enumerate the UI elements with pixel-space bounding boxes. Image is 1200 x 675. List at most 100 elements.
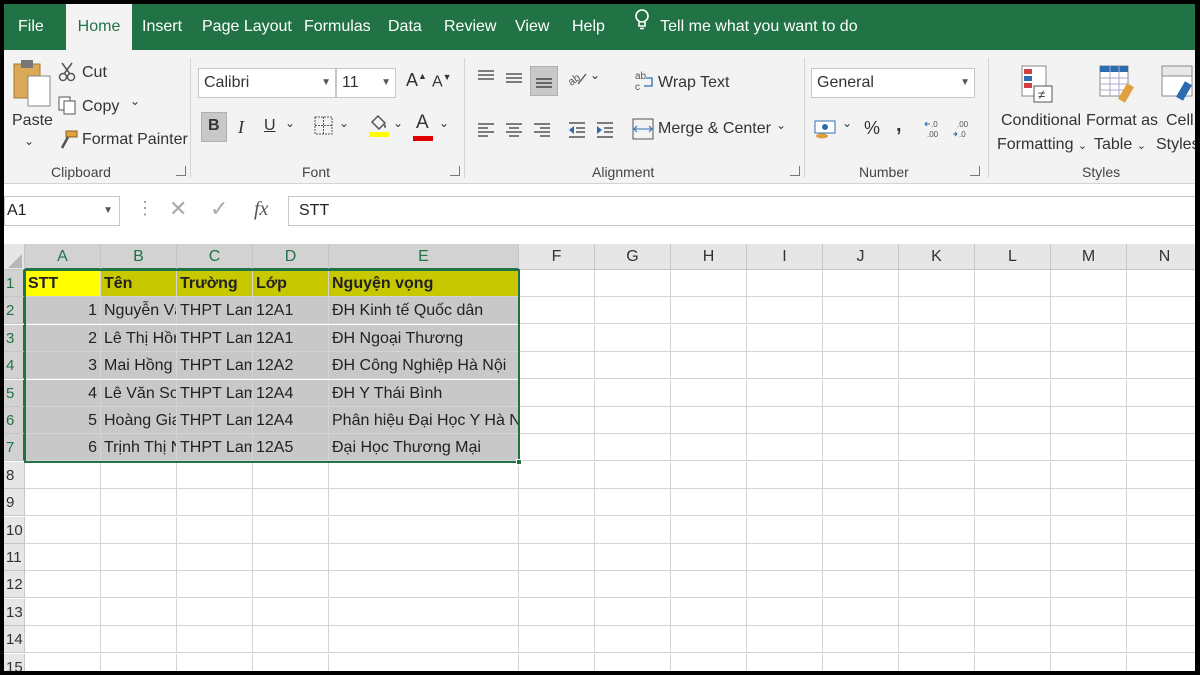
cell-j6[interactable] [823, 407, 899, 434]
cell-e4[interactable]: ĐH Công Nghiệp Hà Nội [329, 352, 519, 380]
cell-e6[interactable]: Phân hiệu Đại Học Y Hà Nộ [329, 407, 519, 434]
cell-a10[interactable] [25, 516, 101, 544]
merge-center-button[interactable]: Merge & Center [658, 120, 771, 138]
name-box[interactable]: A1 ▼ [4, 196, 120, 226]
number-launcher-icon[interactable] [970, 166, 980, 176]
cell-g8[interactable] [595, 461, 671, 489]
font-color-button[interactable]: A [416, 112, 429, 134]
cell-d14[interactable] [253, 626, 329, 654]
decrease-indent-icon[interactable] [567, 120, 587, 144]
cell-e11[interactable] [329, 544, 519, 571]
cell-e14[interactable] [329, 626, 519, 654]
cell-b4[interactable]: Mai Hồng [101, 352, 177, 380]
cell-h2[interactable] [671, 297, 747, 325]
column-header-i[interactable]: I [747, 244, 823, 270]
row-header-2[interactable]: 2 [4, 297, 25, 325]
cell-f8[interactable] [519, 461, 595, 489]
cell-m11[interactable] [1051, 544, 1127, 571]
cell-b10[interactable] [101, 516, 177, 544]
cell-l8[interactable] [975, 461, 1051, 489]
cell-g4[interactable] [595, 352, 671, 380]
cell-i3[interactable] [747, 324, 823, 352]
decrease-decimal-icon[interactable]: .00.0 [952, 118, 974, 144]
cell-d4[interactable]: 12A2 [253, 352, 329, 380]
merge-center-icon[interactable] [632, 118, 654, 144]
cell-m3[interactable] [1051, 324, 1127, 352]
cancel-icon[interactable]: ✕ [169, 196, 187, 222]
cell-n15[interactable] [1127, 654, 1195, 671]
grow-font-button[interactable]: A▲ [406, 70, 427, 91]
font-color-dropdown-icon[interactable]: ⌄ [439, 116, 449, 130]
cell-f11[interactable] [519, 544, 595, 571]
cell-m12[interactable] [1051, 571, 1127, 599]
row-header-9[interactable]: 9 [4, 489, 25, 517]
orientation-icon[interactable]: ab [566, 68, 588, 92]
cell-j5[interactable] [823, 379, 899, 407]
tab-formulas[interactable]: Formulas [304, 4, 371, 50]
cell-k7[interactable] [899, 434, 975, 462]
conditional-formatting-button[interactable]: Conditional [1001, 112, 1081, 130]
accounting-dropdown-icon[interactable]: ⌄ [842, 116, 852, 130]
cell-l10[interactable] [975, 516, 1051, 544]
cell-k14[interactable] [899, 626, 975, 654]
cell-d5[interactable]: 12A4 [253, 379, 329, 407]
row-header-5[interactable]: 5 [4, 379, 25, 407]
column-header-k[interactable]: K [899, 244, 975, 270]
drag-handle-icon[interactable]: ⋮ [136, 198, 154, 219]
conditional-formatting-label-line2[interactable]: Formatting ⌄ [997, 136, 1087, 154]
cell-g5[interactable] [595, 379, 671, 407]
cut-button[interactable]: Cut [82, 64, 107, 82]
cell-i12[interactable] [747, 571, 823, 599]
tab-review[interactable]: Review [444, 4, 496, 50]
cell-m2[interactable] [1051, 297, 1127, 325]
cell-j11[interactable] [823, 544, 899, 571]
cell-d13[interactable] [253, 598, 329, 626]
cell-c3[interactable]: THPT Lam [177, 324, 253, 352]
underline-button[interactable]: U [264, 117, 276, 135]
cell-i10[interactable] [747, 516, 823, 544]
percent-style-button[interactable]: % [864, 118, 880, 139]
cell-g9[interactable] [595, 489, 671, 517]
row-header-3[interactable]: 3 [4, 324, 25, 352]
cell-f1[interactable] [519, 270, 595, 297]
tab-data[interactable]: Data [388, 4, 422, 50]
cell-i14[interactable] [747, 626, 823, 654]
copy-dropdown-icon[interactable]: ⌄ [130, 94, 140, 108]
tab-insert[interactable]: Insert [142, 4, 182, 50]
cell-n12[interactable] [1127, 571, 1195, 599]
conditional-formatting-icon[interactable]: ≠ [1020, 64, 1056, 108]
cell-m9[interactable] [1051, 489, 1127, 517]
cell-a14[interactable] [25, 626, 101, 654]
cell-b14[interactable] [101, 626, 177, 654]
row-header-6[interactable]: 6 [4, 407, 25, 434]
cell-b7[interactable]: Trịnh Thị N [101, 434, 177, 462]
fill-color-dropdown-icon[interactable]: ⌄ [393, 116, 403, 130]
tab-help[interactable]: Help [572, 4, 605, 50]
cell-b8[interactable] [101, 461, 177, 489]
tab-page-layout[interactable]: Page Layout [202, 4, 292, 50]
cell-l11[interactable] [975, 544, 1051, 571]
cell-a12[interactable] [25, 571, 101, 599]
cell-c5[interactable]: THPT Lam [177, 379, 253, 407]
cell-l9[interactable] [975, 489, 1051, 517]
cell-d2[interactable]: 12A1 [253, 297, 329, 325]
cell-n7[interactable] [1127, 434, 1195, 462]
row-header-15[interactable]: 15 [4, 653, 25, 671]
wrap-text-icon[interactable]: ab c [634, 70, 654, 96]
cell-f7[interactable] [519, 434, 595, 462]
cell-l3[interactable] [975, 324, 1051, 352]
column-header-d[interactable]: D [253, 244, 329, 270]
cell-f12[interactable] [519, 571, 595, 599]
cell-c10[interactable] [177, 516, 253, 544]
font-launcher-icon[interactable] [450, 166, 460, 176]
cell-h12[interactable] [671, 571, 747, 599]
cell-l5[interactable] [975, 379, 1051, 407]
cell-l14[interactable] [975, 626, 1051, 654]
row-header-12[interactable]: 12 [4, 571, 25, 599]
cell-e1[interactable]: Nguyện vọng [329, 270, 519, 297]
column-header-e[interactable]: E [329, 244, 519, 270]
column-header-h[interactable]: H [671, 244, 747, 270]
format-painter-button[interactable]: Format Painter [82, 131, 188, 149]
copy-icon[interactable] [58, 96, 76, 120]
column-header-l[interactable]: L [975, 244, 1051, 270]
